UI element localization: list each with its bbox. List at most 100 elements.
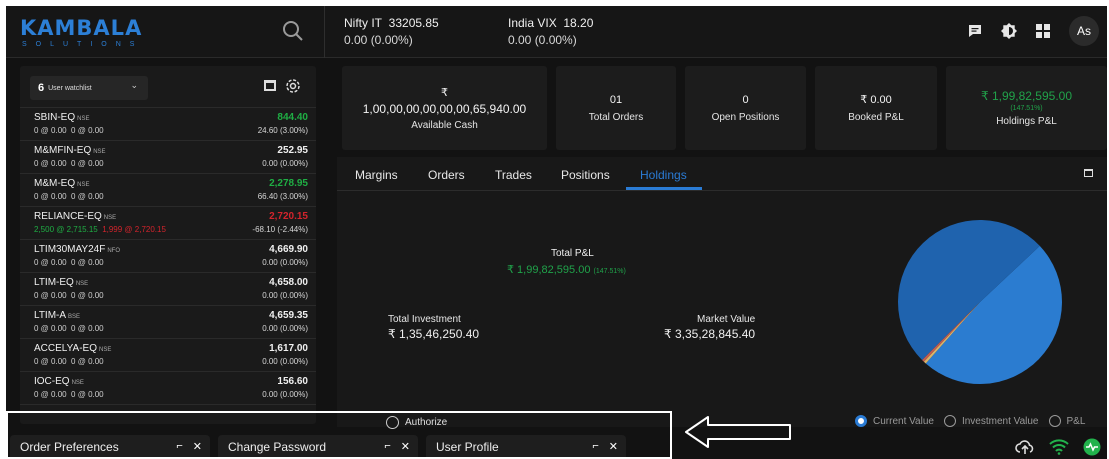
watchlist-row[interactable]: LTIM30MAY24F NFO 0 @ 0.00 0 @ 0.00 4,669.90…: [20, 240, 316, 273]
theme-icon[interactable]: [997, 19, 1021, 43]
annotation-arrow: [685, 416, 791, 448]
symbol-name: M&MFIN-EQ NSE: [34, 145, 308, 156]
active-tab-indicator: [626, 187, 702, 190]
index-india-vix[interactable]: India VIX 18.20 0.00 (0.00%): [508, 15, 593, 49]
maximize-icon[interactable]: [264, 80, 276, 91]
chat-icon[interactable]: [963, 19, 987, 43]
symbol-text: M&M-EQ: [34, 178, 76, 189]
ask-quote: 0 @ 0.00: [71, 258, 104, 267]
chart-view-options: Current Value Investment Value P&L: [855, 415, 1095, 427]
card-booked-pl: ₹ 0.00 Booked P&L: [815, 66, 937, 150]
holdings-pct: (147.51%): [1010, 105, 1043, 112]
bid-quote: 0 @ 0.00: [34, 324, 67, 333]
positions-value: 0: [742, 93, 749, 106]
watchlist-name: User watchlist: [48, 84, 92, 92]
index-value: 33205.85: [388, 16, 439, 30]
trading-app: KAMBALA SOLUTIONS Nifty IT 33205.85 0.00…: [6, 6, 1107, 459]
bid-quote: 0 @ 0.00: [34, 258, 67, 267]
bid-quote: 0 @ 0.00: [34, 126, 67, 135]
header-actions: As: [963, 16, 1099, 46]
index-nifty-it[interactable]: Nifty IT 33205.85 0.00 (0.00%): [344, 15, 439, 49]
total-pl-value: ₹ 1,99,82,595.00 (147.51%): [507, 263, 626, 276]
booked-label: Booked P&L: [848, 112, 904, 123]
ask-quote: 1,999 @ 2,720.15: [102, 225, 166, 234]
status-bar-icons: [1015, 438, 1101, 459]
index-change: 0.00 (0.00%): [508, 33, 577, 47]
exchange-label: NSE: [98, 347, 112, 353]
radio-label: Current Value: [873, 415, 934, 427]
positions-label: Open Positions: [711, 111, 780, 123]
maximize-icon[interactable]: [1084, 169, 1093, 177]
watchlist-panel: 6 User watchlist ⌄ SBIN-EQ NSE 0 @ 0.00 0 …: [20, 66, 316, 424]
tab-holdings[interactable]: Holdings: [640, 168, 687, 182]
holdings-value: ₹ 1,99,82,595.00: [980, 89, 1073, 103]
price-change: 66.40 (3.00%): [257, 192, 308, 201]
radio-pl[interactable]: P&L: [1048, 415, 1086, 427]
index-change: 0.00 (0.00%): [344, 33, 413, 47]
radio-investment-value[interactable]: Investment Value: [943, 415, 1039, 427]
ask-quote: 0 @ 0.00: [71, 192, 104, 201]
symbol-text: SBIN-EQ: [34, 112, 76, 123]
exchange-label: NSE: [77, 182, 90, 188]
last-price: 2,720.15: [269, 211, 308, 222]
symbol-text: RELIANCE-EQ: [34, 211, 102, 222]
orders-value: 01: [609, 93, 623, 106]
watchlist-row[interactable]: ACCELYA-EQ NSE 0 @ 0.00 0 @ 0.00 1,617.00 0.…: [20, 339, 316, 372]
search-icon[interactable]: [282, 20, 304, 42]
watchlist-row[interactable]: SBIN-EQ NSE 0 @ 0.00 0 @ 0.00 844.40 24.60 (…: [20, 108, 316, 141]
bid-quote: 0 @ 0.00: [34, 390, 67, 399]
cash-label: Available Cash: [411, 119, 478, 131]
market-value-value: ₹ 3,35,28,845.40: [664, 327, 756, 341]
watchlist-row[interactable]: LTIM-EQ NSE 0 @ 0.00 0 @ 0.00 4,658.00 0.00 …: [20, 273, 316, 306]
watchlist-row[interactable]: M&M-EQ NSE 0 @ 0.00 0 @ 0.00 2,278.95 66.40 …: [20, 174, 316, 207]
ask-quote: 0 @ 0.00: [71, 126, 104, 135]
exchange-label: NSE: [77, 116, 90, 122]
price-change: 0.00 (0.00%): [262, 291, 308, 300]
price-change: -68.10 (-2.44%): [252, 225, 308, 234]
ask-quote: 0 @ 0.00: [71, 357, 104, 366]
last-price: 844.40: [277, 112, 308, 123]
symbol-name: LTIM-EQ NSE: [34, 277, 308, 288]
last-price: 1,617.00: [269, 343, 308, 354]
card-holdings-pl: ₹ 1,99,82,595.00 (147.51%) Holdings P&L: [946, 66, 1107, 150]
symbol-name: RELIANCE-EQ NSE: [34, 211, 308, 222]
market-value-label: Market Value: [697, 314, 756, 325]
index-name: India VIX: [508, 16, 557, 30]
watchlist-selector[interactable]: 6 User watchlist ⌄: [30, 76, 148, 100]
radio-current-value[interactable]: Current Value: [855, 415, 934, 427]
radio-selected-icon: [855, 415, 867, 427]
price-change: 24.60 (3.00%): [257, 126, 308, 135]
avatar[interactable]: As: [1069, 16, 1099, 46]
cloud-upload-icon[interactable]: [1015, 438, 1035, 459]
tab-positions[interactable]: Positions: [561, 168, 610, 182]
total-investment-label: Total Investment: [388, 314, 461, 325]
price-change: 0.00 (0.00%): [262, 258, 308, 267]
brand-logo[interactable]: KAMBALA SOLUTIONS: [20, 16, 143, 48]
exchange-label: NSE: [93, 149, 106, 155]
top-bar: KAMBALA SOLUTIONS Nifty IT 33205.85 0.00…: [6, 6, 1107, 58]
apps-grid-icon[interactable]: [1031, 19, 1055, 43]
cash-symbol: ₹: [441, 86, 448, 99]
last-price: 2,278.95: [269, 178, 308, 189]
wifi-icon: [1049, 439, 1069, 459]
watchlist-number: 6: [38, 82, 45, 94]
watchlist-row[interactable]: IOC-EQ NSE 0 @ 0.00 0 @ 0.00 156.60 0.00 (0.…: [20, 372, 316, 405]
tab-orders[interactable]: Orders: [428, 168, 465, 182]
watchlist-row[interactable]: M&MFIN-EQ NSE 0 @ 0.00 0 @ 0.00 252.95 0.00 …: [20, 141, 316, 174]
watchlist-rows: SBIN-EQ NSE 0 @ 0.00 0 @ 0.00 844.40 24.60 (…: [20, 108, 316, 405]
tab-trades[interactable]: Trades: [495, 168, 532, 182]
holdings-pie-chart[interactable]: [897, 219, 1063, 385]
watchlist-row[interactable]: LTIM-A BSE 0 @ 0.00 0 @ 0.00 4,659.35 0.00 (…: [20, 306, 316, 339]
cash-value: 1,00,00,00,00,00,00,65,940.00: [362, 101, 527, 116]
tab-margins[interactable]: Margins: [355, 168, 398, 182]
exchange-label: NFO: [107, 248, 120, 254]
watchlist-row[interactable]: RELIANCE-EQ NSE 2,500 @ 2,715.15 1,999 @ 2…: [20, 207, 316, 240]
symbol-text: LTIM-A: [34, 310, 67, 321]
price-change: 0.00 (0.00%): [262, 357, 308, 366]
watchlist-header: 6 User watchlist ⌄: [20, 66, 316, 108]
ask-quote: 0 @ 0.00: [71, 390, 104, 399]
settings-gear-icon[interactable]: [284, 77, 302, 95]
heartbeat-icon: [1083, 438, 1101, 459]
symbol-name: ACCELYA-EQ NSE: [34, 343, 308, 354]
radio-label: P&L: [1066, 415, 1086, 427]
